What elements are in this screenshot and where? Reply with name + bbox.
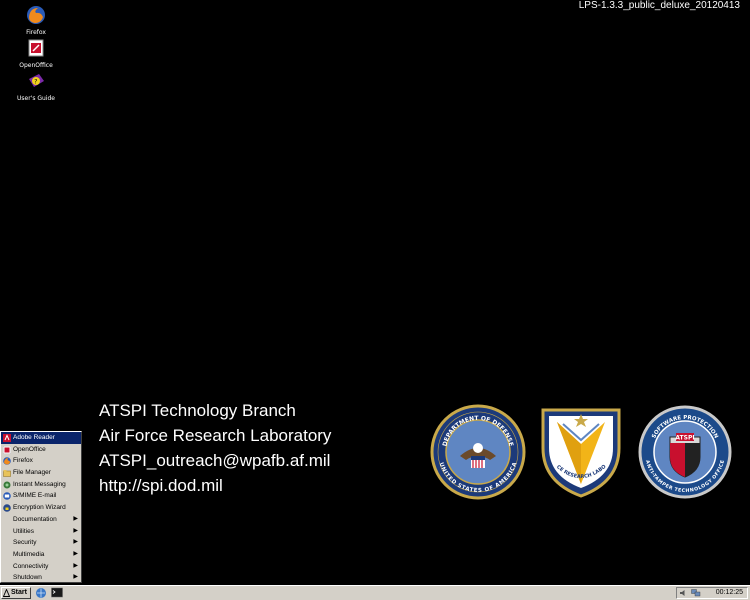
menu-item-multimedia[interactable]: Multimedia ▶: [1, 549, 81, 561]
menu-item-label: Shutdown: [13, 574, 42, 582]
system-tray: 00:12:25: [676, 587, 748, 599]
menu-item-label: Documentation: [13, 515, 57, 523]
file-manager-icon: [3, 470, 11, 477]
version-label: LPS-1.3.3_public_deluxe_20120413: [578, 0, 740, 11]
submenu-arrow-icon: ▶: [73, 562, 78, 569]
menu-item-security[interactable]: Security ▶: [1, 537, 81, 549]
submenu-arrow-icon: ▶: [73, 574, 78, 581]
menu-item-connectivity[interactable]: Connectivity ▶: [1, 561, 81, 573]
adobe-reader-icon: [3, 434, 11, 442]
menu-item-label: Encryption Wizard: [13, 504, 66, 512]
users-guide-icon: ?: [29, 74, 44, 87]
info-line-branch: ATSPI Technology Branch: [99, 401, 296, 420]
svg-text:?: ?: [34, 79, 37, 86]
menu-item-label: Multimedia: [13, 550, 45, 558]
email-icon: [3, 492, 11, 501]
desktop-icon-firefox[interactable]: Firefox: [10, 5, 62, 36]
instant-messaging-icon: [3, 481, 11, 489]
menu-item-label: S/MIME E-mail: [13, 492, 57, 500]
submenu-arrow-icon: ▶: [73, 539, 78, 546]
terminal-icon[interactable]: [51, 587, 63, 599]
desktop-icon-label: User's Guide: [17, 95, 55, 102]
submenu-arrow-icon: ▶: [73, 515, 78, 522]
menu-item-file-manager[interactable]: File Manager: [1, 467, 81, 479]
browser-icon[interactable]: [35, 587, 47, 599]
menu-item-label: Security: [13, 539, 37, 547]
network-icon[interactable]: [691, 589, 701, 597]
menu-item-label: File Manager: [13, 469, 51, 477]
start-menu: Adobe Reader OpenOffice Firefox File Man…: [0, 431, 82, 583]
menu-item-adobe-reader[interactable]: Adobe Reader: [1, 432, 81, 444]
menu-item-utilities[interactable]: Utilities ▶: [1, 526, 81, 538]
menu-item-encryption-wizard[interactable]: Encryption Wizard: [1, 502, 81, 514]
taskbar: Start 00:12:25: [0, 585, 750, 600]
desktop-icon-label: OpenOffice: [19, 62, 53, 69]
menu-item-label: OpenOffice: [13, 445, 46, 453]
info-line-lab: Air Force Research Laboratory: [99, 426, 332, 445]
menu-item-openoffice[interactable]: OpenOffice: [1, 444, 81, 456]
afrl-shield: AIR FORCE RESEARCH LABORATORY: [535, 404, 621, 498]
menu-item-smime-email[interactable]: S/MIME E-mail: [1, 490, 81, 502]
encryption-wizard-icon: [3, 504, 11, 512]
atspi-seal: ATSPI SOFTWARE PROTECTION ANTI-TAMPER TE…: [638, 405, 732, 499]
start-logo-icon: [3, 589, 10, 597]
start-button[interactable]: Start: [1, 587, 31, 599]
volume-icon[interactable]: [679, 589, 687, 597]
firefox-icon: [3, 457, 11, 466]
menu-item-label: Utilities: [13, 527, 34, 535]
info-line-url: http://spi.dod.mil: [99, 476, 223, 495]
menu-item-label: Firefox: [13, 457, 33, 465]
clock: 00:12:25: [715, 589, 743, 596]
submenu-arrow-icon: ▶: [73, 550, 78, 557]
dod-seal: DEPARTMENT OF DEFENSE UNITED STATES OF A…: [430, 404, 526, 500]
menu-item-documentation[interactable]: Documentation ▶: [1, 514, 81, 526]
info-line-email: ATSPI_outreach@wpafb.af.mil: [99, 451, 331, 470]
desktop-icon-users-guide[interactable]: ? User's Guide: [10, 71, 62, 102]
menu-item-instant-messaging[interactable]: Instant Messaging: [1, 479, 81, 491]
menu-item-label: Adobe Reader: [13, 434, 55, 441]
menu-item-label: Connectivity: [13, 562, 49, 570]
submenu-arrow-icon: ▶: [73, 527, 78, 534]
contact-info: ATSPI Technology Branch Air Force Resear…: [99, 398, 331, 498]
start-button-label: Start: [11, 589, 27, 596]
desktop-icon-openoffice[interactable]: OpenOffice: [10, 38, 62, 69]
menu-item-firefox[interactable]: Firefox: [1, 455, 81, 467]
firefox-icon: [27, 6, 45, 24]
menu-item-label: Instant Messaging: [13, 480, 66, 488]
atspi-seal-center-text: ATSPI: [675, 435, 694, 442]
desktop-icon-label: Firefox: [26, 29, 46, 36]
openoffice-icon: [28, 39, 44, 57]
menu-item-shutdown[interactable]: Shutdown ▶: [1, 572, 81, 584]
openoffice-icon: [3, 445, 11, 454]
